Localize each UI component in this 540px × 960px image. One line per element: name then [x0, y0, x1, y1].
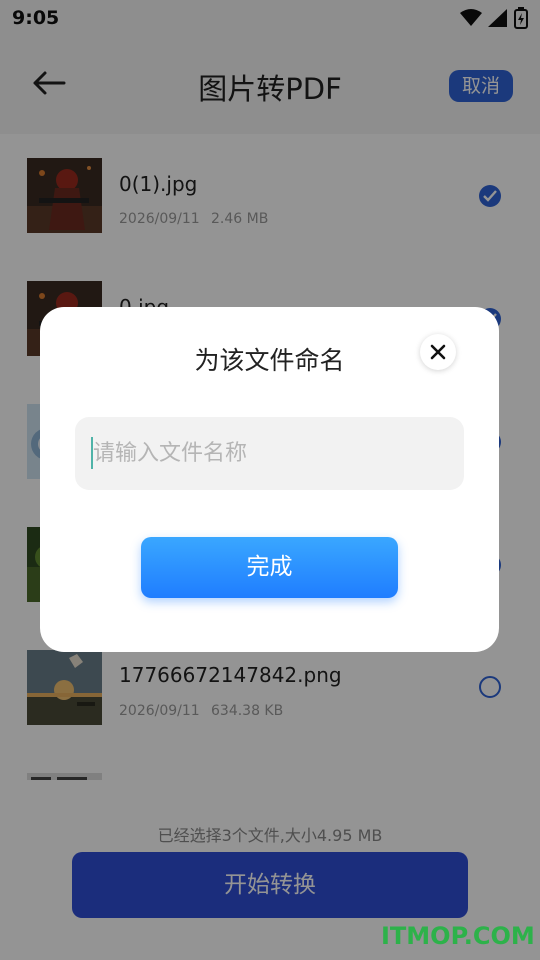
- close-button[interactable]: [420, 334, 456, 370]
- close-icon: [430, 344, 446, 360]
- file-name-input[interactable]: [75, 417, 464, 490]
- watermark: ITMOP.COM: [381, 922, 535, 950]
- app-screen: 9:05 图片转PDF 取消 0(1).jpg 2026/09/11 2.46 …: [0, 0, 540, 960]
- text-cursor: [91, 437, 93, 469]
- done-button[interactable]: 完成: [141, 537, 398, 598]
- rename-dialog: 为该文件命名 完成: [40, 307, 499, 652]
